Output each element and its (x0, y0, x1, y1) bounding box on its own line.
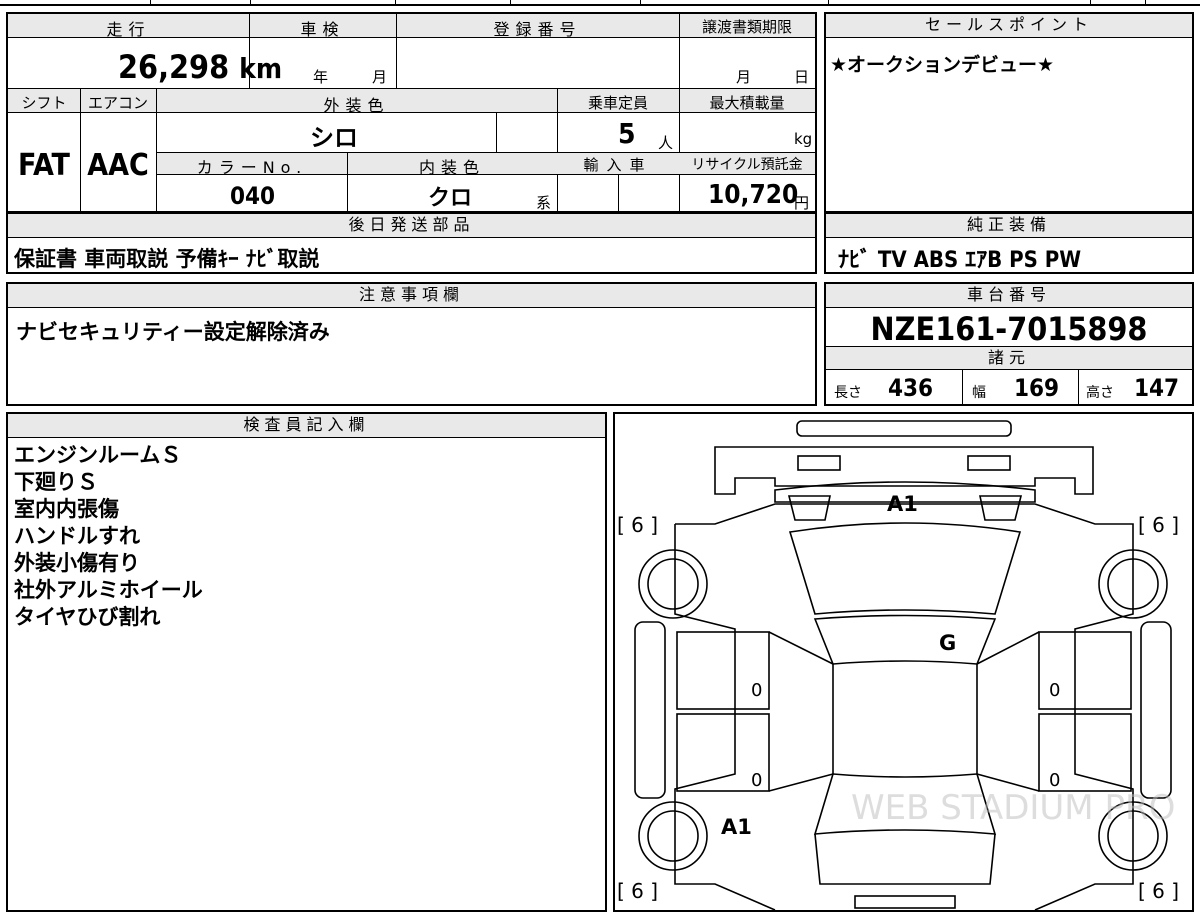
spec-height-value: 147 (1134, 374, 1180, 402)
mileage-value: 26,298 km (118, 48, 282, 86)
zero-mark-right-rear: 0 (1049, 770, 1060, 791)
later-shipping-label: 後日発送部品 (8, 214, 815, 238)
zero-mark-left-front: 0 (751, 680, 762, 701)
capacity-value: 5 (618, 117, 636, 150)
damage-mark-roof: G (939, 631, 956, 655)
condition-diagram-box: WEB STADIUM PRO [ 6 ] [ 6 ] [ 6 ] [ 6 ] … (613, 412, 1194, 912)
spec-height-label: 高さ (1086, 385, 1114, 401)
inspection-year-unit: 年 (313, 68, 329, 86)
damage-mark-rear-left: A1 (721, 815, 752, 839)
rear-bumper-icon (854, 895, 956, 909)
roof-icon (813, 614, 997, 665)
chassis-number: NZE161-7015898 (870, 310, 1148, 348)
windshield-icon (788, 522, 1022, 615)
inspector-line: エンジンルームＳ (14, 443, 182, 467)
chassis-label: 車台番号 (826, 284, 1192, 308)
inspector-line: 外装小傷有り (14, 551, 140, 575)
recycle-label: リサイクル預託金 (691, 157, 803, 173)
color-no-value: 040 (230, 182, 276, 210)
genuine-equipment-text: ﾅﾋﾞ TV ABS ｴｱB PS PW (838, 248, 1082, 273)
zero-mark-right-front: 0 (1049, 680, 1060, 701)
interior-color-value: クロ (428, 186, 473, 211)
hood-outline-icon (714, 446, 1094, 495)
tire-mark-rear-left: [ 6 ] (617, 879, 658, 903)
spec-length-label: 長さ (834, 385, 862, 401)
later-shipping-text: 保証書 車両取説 予備ｷｰ ﾅﾋﾞ取説 (14, 247, 320, 271)
watermark: WEB STADIUM PRO (851, 788, 1175, 828)
zero-mark-left-rear: 0 (751, 770, 762, 791)
transfer-day-unit: 日 (794, 68, 810, 86)
aircon-value: AAC (87, 148, 149, 183)
tire-mark-front-right: [ 6 ] (1138, 513, 1179, 537)
mileage-number: 26,298 (118, 48, 230, 86)
registration-label: 登録番号 (493, 20, 582, 39)
mileage-unit: km (239, 52, 283, 85)
tire-mark-rear-right: [ 6 ] (1138, 879, 1179, 903)
capacity-label: 乗車定員 (587, 94, 648, 112)
max-load-label: 最大積載量 (709, 94, 785, 112)
notes-box: 注意事項欄 ナビセキュリティー設定解除済み (6, 282, 817, 406)
recycle-unit: 円 (794, 194, 810, 212)
car-diagram: WEB STADIUM PRO [ 6 ] [ 6 ] [ 6 ] [ 6 ] … (617, 420, 1179, 910)
inspector-lines: エンジンルームＳ 下廻りＳ 室内内張傷 ハンドルすれ 外装小傷有り 社外アルミホ… (14, 442, 203, 631)
genuine-equipment-label: 純正装備 (826, 214, 1192, 238)
inspector-line: 社外アルミホイール (14, 578, 203, 602)
inspector-label: 検査員記入欄 (8, 414, 605, 438)
specs-label: 諸元 (826, 347, 1192, 370)
recycle-fee-value: 10,720 (708, 180, 799, 210)
later-shipping-box: 後日発送部品 保証書 車両取説 予備ｷｰ ﾅﾋﾞ取説 (6, 212, 817, 274)
damage-mark-hood: A1 (887, 492, 918, 516)
genuine-equipment-box: 純正装備 ﾅﾋﾞ TV ABS ｴｱB PS PW (824, 212, 1194, 274)
tire-mark-front-left: [ 6 ] (617, 513, 658, 537)
inspector-box: 検査員記入欄 エンジンルームＳ 下廻りＳ 室内内張傷 ハンドルすれ 外装小傷有り… (6, 412, 607, 912)
aircon-label: エアコン (87, 94, 148, 112)
inspector-line: タイヤひび割れ (14, 605, 161, 629)
capacity-unit: 人 (658, 134, 674, 152)
shift-value: FAT (18, 148, 70, 183)
inspector-line: ハンドルすれ (14, 524, 140, 548)
inspection-label: 車検 (300, 20, 345, 39)
wheel-rear-left-icon (638, 801, 708, 871)
exterior-color-value: シロ (310, 124, 358, 152)
notes-text: ナビセキュリティー設定解除済み (16, 320, 330, 344)
inspector-line: 下廻りＳ (14, 470, 98, 494)
body-outline-icon (674, 503, 1134, 910)
spec-width-label: 幅 (972, 385, 986, 401)
sales-point-text: ★オークションデビュー★ (830, 54, 1055, 76)
sales-point-box: セールスポイント ★オークションデビュー★ (824, 12, 1194, 213)
sales-point-label: セールスポイント (826, 14, 1192, 38)
max-load-unit: kg (794, 130, 813, 148)
spec-length-value: 436 (888, 374, 934, 402)
notes-label: 注意事項欄 (8, 284, 815, 308)
inspection-month-unit: 月 (372, 68, 388, 86)
transfer-deadline-label: 譲渡書類期限 (701, 18, 792, 36)
top-strip (0, 0, 1200, 6)
vehicle-info-table: 走行 車検 登録番号 譲渡書類期限 26,298 km 年 月 月 日 シフト … (6, 12, 817, 213)
mileage-label: 走行 (106, 20, 151, 39)
import-label: 輸入車 (583, 156, 653, 174)
shift-label: シフト (21, 94, 67, 112)
interior-color-suffix: 系 (536, 194, 552, 212)
wheel-front-left-icon (638, 549, 708, 619)
chassis-box: 車台番号 NZE161-7015898 諸元 長さ 436 幅 169 高さ 1… (824, 282, 1194, 406)
transfer-month-unit: 月 (736, 68, 752, 86)
inspector-line: 室内内張傷 (14, 497, 119, 521)
spec-width-value: 169 (1014, 374, 1060, 402)
front-bumper-icon (796, 420, 1012, 437)
